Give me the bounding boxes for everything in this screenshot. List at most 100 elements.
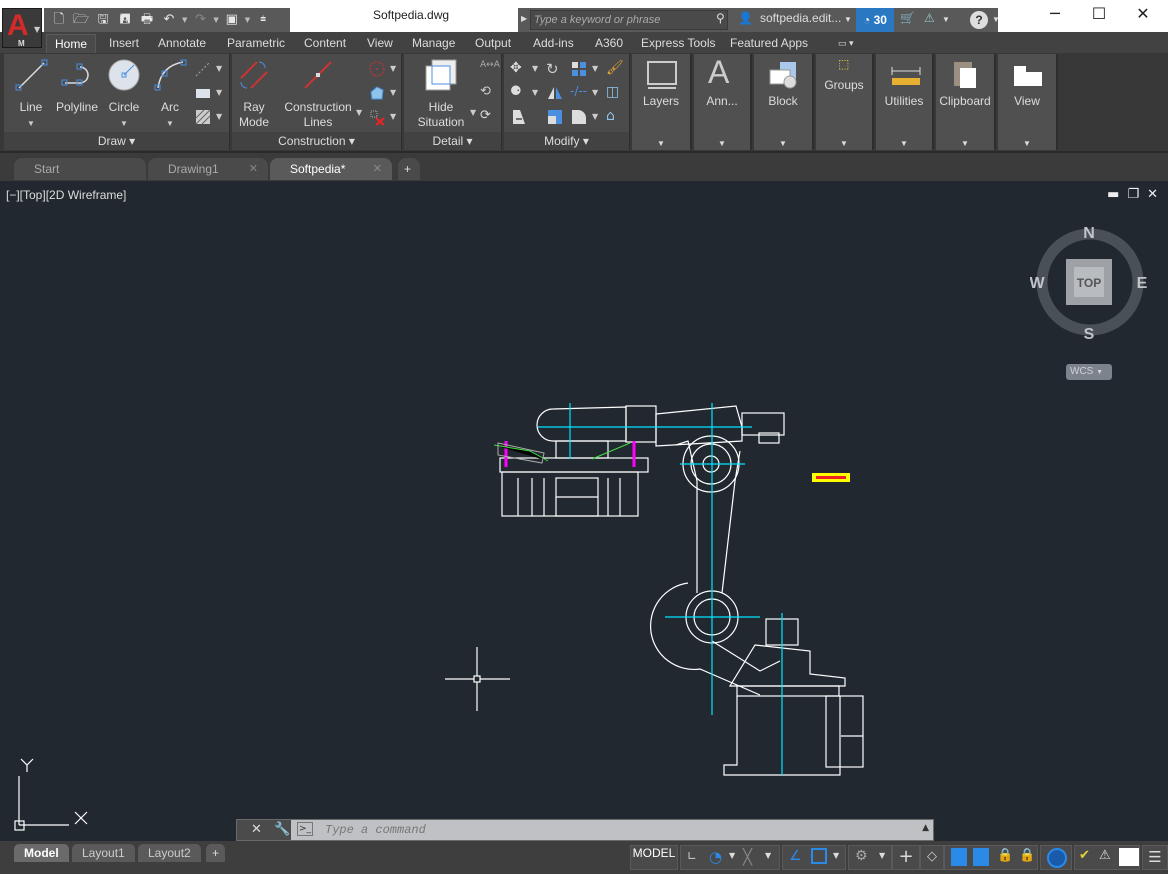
construction-circle-icon[interactable] bbox=[368, 60, 386, 78]
polyline-button[interactable]: Polyline bbox=[52, 58, 102, 115]
layers-panel[interactable]: Layers ▼ bbox=[632, 54, 692, 150]
plot-icon[interactable]: 🖶 bbox=[138, 12, 156, 28]
undo-dropdown-icon[interactable]: ▼ bbox=[182, 16, 187, 24]
clipboard-panel[interactable]: Clipboard ▼ bbox=[936, 54, 996, 150]
detail-panel-title[interactable]: Detail ▾ bbox=[404, 132, 501, 150]
circle-button[interactable]: Circle ▼ bbox=[104, 58, 144, 131]
command-prompt-icon[interactable]: >_ bbox=[297, 822, 313, 836]
rotate-detail-icon[interactable]: ⟲ bbox=[480, 84, 498, 102]
cart-icon[interactable]: 🛒 bbox=[900, 11, 915, 25]
layout-tab-layout2[interactable]: Layout2 bbox=[138, 844, 201, 862]
line-button[interactable]: Line ▼ bbox=[10, 58, 52, 131]
lock-ui-icon[interactable]: 🔒 bbox=[997, 848, 1013, 863]
chevron-down-icon[interactable]: ▼ bbox=[992, 15, 1000, 24]
tab-content[interactable]: Content bbox=[296, 34, 354, 53]
autodesk-exchange-icon[interactable]: ⚠ bbox=[924, 11, 935, 25]
block-panel[interactable]: Block ▼ bbox=[754, 54, 814, 150]
model-space-toggle[interactable]: MODEL bbox=[630, 845, 678, 870]
refresh-detail-icon[interactable]: ⟳ bbox=[480, 108, 498, 126]
hardware-acceleration-icon[interactable] bbox=[973, 848, 989, 866]
chevron-down-icon[interactable]: ▼ bbox=[390, 64, 396, 73]
ray-mode-button[interactable]: Ray Mode bbox=[234, 58, 274, 130]
utilities-panel[interactable]: Utilities ▼ bbox=[876, 54, 934, 150]
customization-menu-icon[interactable]: ☰ bbox=[1142, 845, 1168, 870]
clean-screen-icon[interactable]: ✔ bbox=[1079, 848, 1090, 863]
match-properties-icon[interactable]: 🖌 bbox=[606, 60, 624, 78]
isometric-icon[interactable]: ╳ bbox=[743, 848, 752, 866]
help-icon[interactable]: ? bbox=[970, 11, 988, 29]
arc-button[interactable]: Arc ▼ bbox=[152, 58, 188, 131]
hide-situation-button[interactable]: Hide Situation bbox=[410, 58, 472, 130]
construction-lines-button[interactable]: Construction Lines bbox=[278, 58, 358, 130]
chevron-down-icon[interactable]: ▼ bbox=[592, 112, 598, 121]
chevron-down-icon[interactable]: ▼ bbox=[356, 108, 362, 117]
save-as-icon[interactable]: 🖪 bbox=[116, 12, 134, 28]
add-icon[interactable]: + bbox=[892, 845, 920, 870]
offset-icon[interactable] bbox=[546, 108, 564, 126]
selection-cycling-icon[interactable]: ◇ bbox=[920, 845, 944, 870]
chevron-down-icon[interactable]: ▼ bbox=[390, 112, 396, 121]
tab-view[interactable]: View bbox=[359, 34, 401, 53]
file-tab-start[interactable]: Start bbox=[14, 158, 146, 180]
mirror-icon[interactable] bbox=[546, 84, 564, 102]
chevron-down-icon[interactable]: ▼ bbox=[470, 108, 476, 117]
grid-icon[interactable]: ∟ bbox=[687, 849, 697, 863]
chevron-down-icon[interactable]: ▼ bbox=[592, 64, 598, 73]
sign-in-user[interactable]: softpedia.edit... bbox=[760, 11, 841, 25]
layout-tab-layout1[interactable]: Layout1 bbox=[72, 844, 135, 862]
binoculars-icon[interactable]: ⚲ bbox=[716, 11, 725, 25]
fillet-icon[interactable] bbox=[570, 108, 588, 126]
tab-a360[interactable]: A360 bbox=[587, 34, 631, 53]
expand-search-icon[interactable]: ▶ bbox=[521, 14, 527, 23]
hatch-icon[interactable] bbox=[194, 108, 212, 126]
tab-annotate[interactable]: Annotate bbox=[150, 34, 214, 53]
workspace-icon[interactable]: ▣ bbox=[223, 12, 241, 28]
close-tab-icon[interactable]: ✕ bbox=[249, 158, 258, 180]
drawing-viewport[interactable]: [−][Top][2D Wireframe] ▬ ❐ ✕ TOP N S W E… bbox=[0, 181, 1168, 841]
chevron-down-icon[interactable]: ▼ bbox=[765, 851, 771, 860]
tab-add-ins[interactable]: Add-ins bbox=[525, 34, 582, 53]
redo-icon[interactable]: ↷ bbox=[191, 12, 209, 28]
lock-palettes-icon[interactable]: 🔒 bbox=[1019, 848, 1035, 863]
chevron-down-icon[interactable]: ▼ bbox=[216, 112, 222, 121]
view-panel[interactable]: View ▼ bbox=[998, 54, 1058, 150]
tab-express-tools[interactable]: Express Tools bbox=[633, 34, 723, 53]
close-tab-icon[interactable]: ✕ bbox=[373, 158, 382, 180]
new-icon[interactable]: 🗋 bbox=[50, 12, 68, 28]
explode-icon[interactable]: ⌂ bbox=[606, 108, 624, 126]
tab-output[interactable]: Output bbox=[467, 34, 519, 53]
groups-panel[interactable]: ⬚ Groups ▼ bbox=[816, 54, 874, 150]
construction-region-icon[interactable] bbox=[368, 84, 386, 102]
chevron-down-icon[interactable]: ▼ bbox=[390, 88, 396, 97]
erase-construction-icon[interactable] bbox=[368, 108, 386, 126]
trim-icon[interactable]: -/-- bbox=[570, 84, 588, 102]
draw-panel-title[interactable]: Draw ▾ bbox=[4, 132, 229, 150]
workspace-dropdown-icon[interactable]: ▼ bbox=[245, 16, 250, 24]
tab-parametric[interactable]: Parametric bbox=[219, 34, 293, 53]
command-history-icon[interactable]: ▲ bbox=[922, 823, 929, 833]
tab-home[interactable]: Home bbox=[46, 34, 97, 53]
file-tab-softpedia[interactable]: Softpedia* ✕ bbox=[270, 158, 392, 180]
application-menu-button[interactable]: A M ▼ bbox=[2, 8, 42, 48]
undo-icon[interactable]: ↶ bbox=[160, 12, 178, 28]
stretch-icon[interactable] bbox=[510, 108, 528, 126]
rectangle-icon[interactable] bbox=[194, 84, 212, 102]
chevron-down-icon[interactable]: ▼ bbox=[879, 851, 885, 860]
isolate-objects-icon[interactable] bbox=[951, 848, 967, 866]
save-icon[interactable]: 🖫 bbox=[94, 12, 112, 28]
chevron-down-icon[interactable]: ▼ bbox=[942, 15, 950, 24]
array-icon[interactable] bbox=[570, 60, 588, 78]
dynamic-ucs-icon[interactable]: ∠ bbox=[789, 848, 802, 864]
construction-panel-title[interactable]: Construction ▾ bbox=[232, 132, 401, 150]
warning-icon[interactable]: ⚠ bbox=[1099, 848, 1111, 863]
minimize-button[interactable]: ─ bbox=[1040, 4, 1070, 24]
file-tab-drawing1[interactable]: Drawing1 ✕ bbox=[148, 158, 268, 180]
chevron-down-icon[interactable]: ▼ bbox=[844, 15, 852, 24]
redo-dropdown-icon[interactable]: ▼ bbox=[213, 16, 218, 24]
text-replace-icon[interactable]: A↔A bbox=[480, 60, 500, 78]
chevron-down-icon[interactable]: ▼ bbox=[833, 851, 839, 860]
tab-featured-apps[interactable]: Featured Apps bbox=[722, 34, 816, 53]
chevron-down-icon[interactable]: ▼ bbox=[216, 88, 222, 97]
chevron-down-icon[interactable]: ▼ bbox=[532, 88, 538, 97]
scale-icon[interactable]: ◫ bbox=[606, 84, 624, 102]
